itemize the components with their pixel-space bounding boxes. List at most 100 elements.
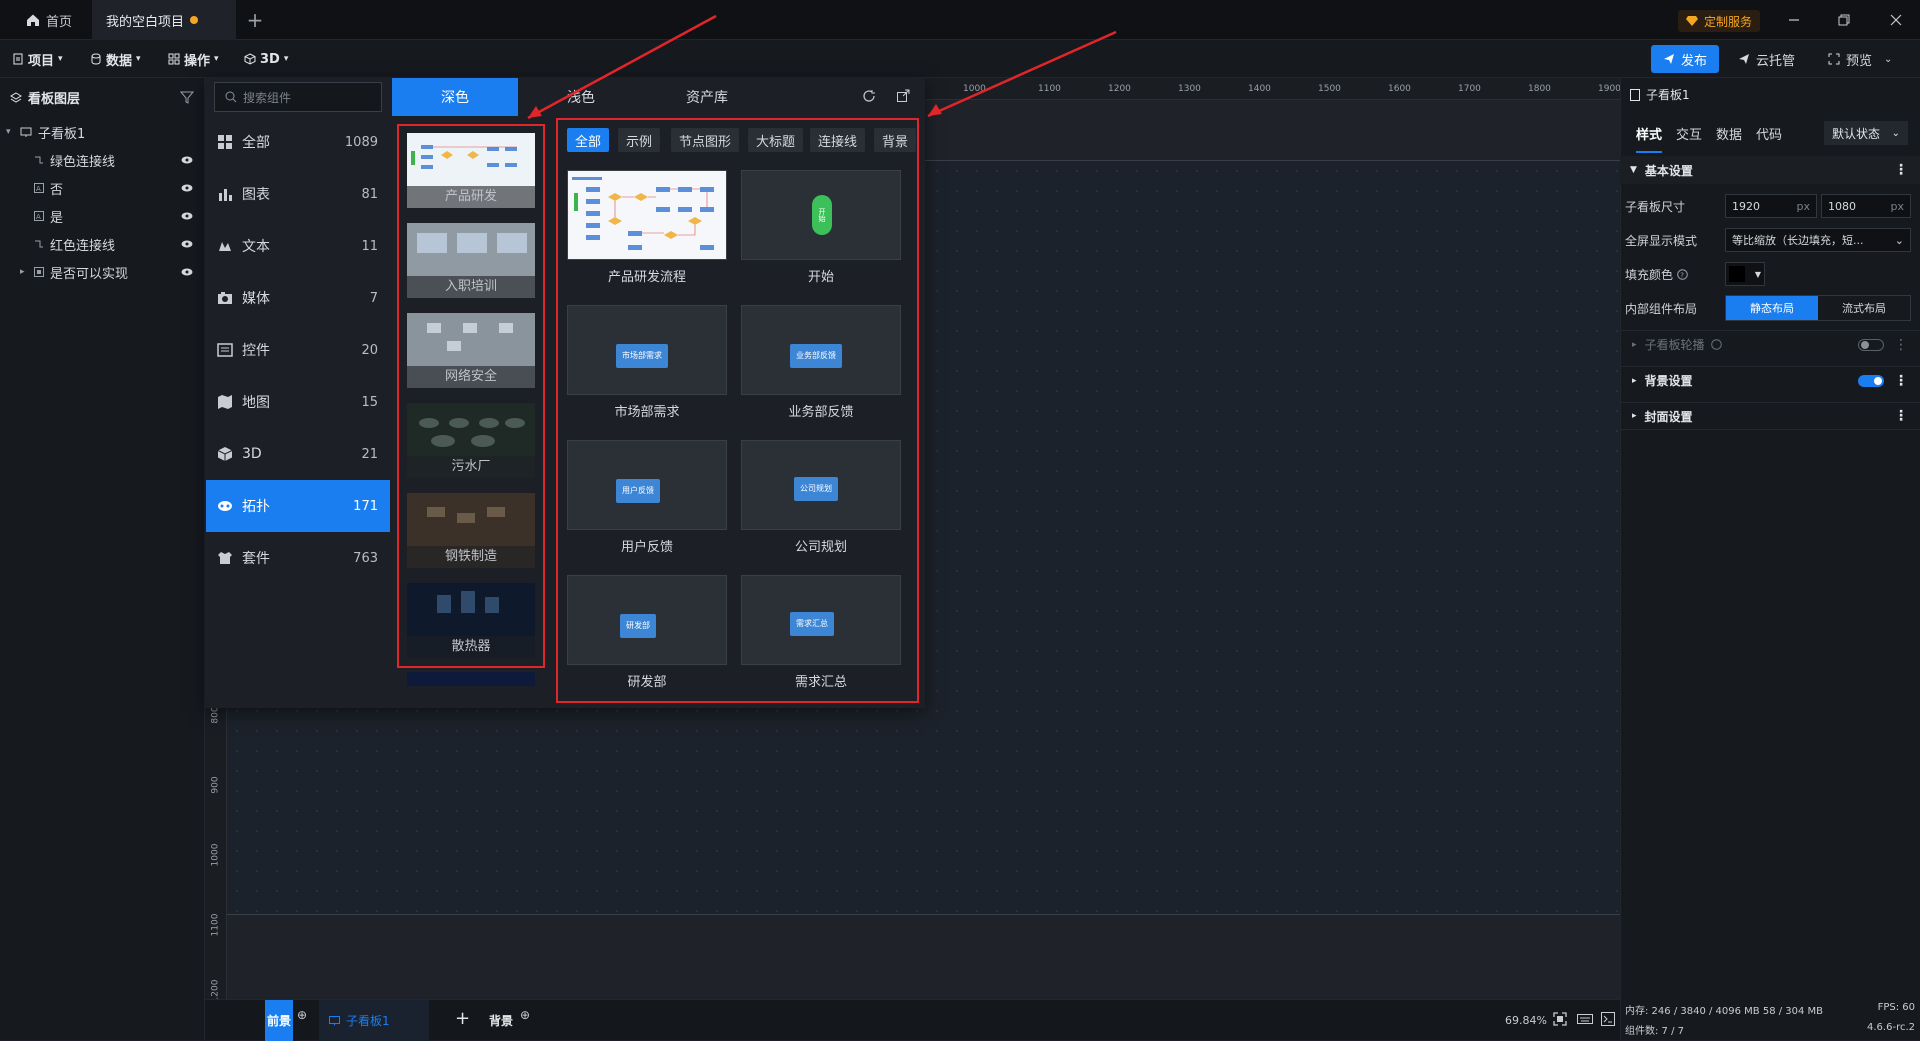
tab-background[interactable]: 背景 <box>489 1012 513 1029</box>
new-tab-button[interactable]: + <box>244 9 266 31</box>
svg-text:A: A <box>36 185 41 193</box>
subtab-all[interactable]: 全部 <box>567 128 610 152</box>
component-card[interactable]: 需求汇总 <box>741 575 901 665</box>
width-input[interactable]: 1920 px <box>1725 194 1817 218</box>
component-card[interactable]: 公司规划 <box>741 440 901 530</box>
props-tab-data[interactable]: 数据 <box>1716 124 1742 153</box>
text-layer-icon: A <box>34 183 44 193</box>
caret-down-icon: ▼ <box>1630 165 1637 175</box>
cloud-host-button[interactable]: 云托管 <box>1738 45 1795 73</box>
tab-foreground[interactable]: 前景 <box>265 1000 293 1041</box>
layout-static-button[interactable]: 静态布局 <box>1726 296 1818 320</box>
carousel-toggle[interactable] <box>1858 338 1884 351</box>
theme-card-onboarding[interactable]: 入职培训 <box>407 223 535 298</box>
eye-icon[interactable] <box>181 212 193 220</box>
theme-card-steel[interactable]: 钢铁制造 <box>407 493 535 568</box>
layout-flow-button[interactable]: 流式布局 <box>1818 296 1910 320</box>
category-text[interactable]: 文本 11 <box>206 220 390 272</box>
menu-operate[interactable]: 操作 ▾ <box>168 48 219 70</box>
section-basic[interactable]: ▼ 基本设置 ⋮ <box>1620 156 1920 184</box>
section-background[interactable]: ▸ 背景设置 ⋮ <box>1620 366 1920 394</box>
maximize-button[interactable] <box>1836 12 1852 28</box>
props-tab-interact[interactable]: 交互 <box>1676 124 1702 153</box>
caret-down-icon[interactable]: ▾ <box>6 127 16 137</box>
component-card[interactable]: 用户反馈 <box>567 440 727 530</box>
subtab-background[interactable]: 背景 <box>874 128 917 152</box>
eye-icon[interactable] <box>181 184 193 192</box>
category-media[interactable]: 媒体 7 <box>206 272 390 324</box>
layer-item[interactable]: 红色连接线 <box>0 230 205 258</box>
tab-home[interactable]: 首页 <box>12 0 86 40</box>
custom-service-button[interactable]: 定制服务 <box>1678 10 1761 32</box>
category-topology[interactable]: 拓扑 171 <box>206 480 390 532</box>
category-3d[interactable]: 3D 21 <box>206 428 390 480</box>
publish-button[interactable]: 发布 <box>1651 45 1720 73</box>
add-background-icon[interactable]: ⊕ <box>520 1008 530 1022</box>
section-carousel[interactable]: ▸ 子看板轮播 ⋮ <box>1620 330 1920 358</box>
filter-icon[interactable] <box>180 90 194 104</box>
terminal-icon[interactable] <box>1601 1012 1615 1026</box>
fill-color-picker[interactable]: ▼ <box>1725 262 1765 286</box>
fullscreen-select[interactable]: 等比缩放（长边填充，短... ⌄ <box>1725 228 1911 252</box>
component-card[interactable] <box>567 170 727 260</box>
category-all[interactable]: 全部 1089 <box>206 116 390 168</box>
state-select[interactable]: 默认状态 ⌄ <box>1824 121 1908 145</box>
eye-icon[interactable] <box>181 240 193 248</box>
layer-item[interactable]: ▾ 子看板1 <box>0 118 205 146</box>
layer-item[interactable]: A 否 <box>0 174 205 202</box>
component-card[interactable]: 开始 <box>741 170 901 260</box>
publish-label: 发布 <box>1681 53 1708 69</box>
tab-project[interactable]: 我的空白项目 <box>92 0 236 40</box>
more-icon[interactable]: ⋮ <box>1894 162 1908 178</box>
ruler-tick: 1800 <box>1528 84 1551 94</box>
props-tab-code[interactable]: 代码 <box>1756 124 1782 153</box>
props-tab-style[interactable]: 样式 <box>1636 124 1663 153</box>
component-card-label: 产品研发流程 <box>607 270 686 285</box>
minimize-button[interactable] <box>1786 12 1802 28</box>
help-icon[interactable] <box>1710 339 1722 350</box>
keyboard-icon[interactable] <box>1577 1012 1593 1026</box>
layer-item[interactable]: A 是 <box>0 202 205 230</box>
zoom-readout[interactable]: 69.84% <box>1505 1014 1547 1027</box>
menu-3d[interactable]: 3D ▾ <box>244 48 288 70</box>
caret-right-icon[interactable]: ▸ <box>20 267 30 277</box>
background-toggle[interactable] <box>1858 374 1884 387</box>
subtab-connector[interactable]: 连接线 <box>810 128 866 152</box>
close-button[interactable] <box>1888 12 1904 28</box>
tab-home-label: 首页 <box>46 14 73 30</box>
add-foreground-icon[interactable]: ⊕ <box>297 1008 307 1022</box>
preview-button[interactable]: 预览 ⌄ <box>1828 45 1892 73</box>
tab-board[interactable]: 子看板1 <box>319 1000 429 1041</box>
more-icon[interactable]: ⋮ <box>1894 408 1908 424</box>
add-board-button[interactable]: + <box>455 1008 470 1029</box>
category-map[interactable]: 地图 15 <box>206 376 390 428</box>
section-cover[interactable]: ▸ 封面设置 ⋮ <box>1620 402 1920 430</box>
subtab-node-shapes[interactable]: 节点图形 <box>671 128 740 152</box>
eye-icon[interactable] <box>181 156 193 164</box>
tab-project-label: 我的空白项目 <box>106 14 185 30</box>
category-kit[interactable]: 套件 763 <box>206 532 390 584</box>
component-card[interactable]: 业务部反馈 <box>741 305 901 395</box>
fit-screen-icon[interactable] <box>1553 1012 1567 1026</box>
height-input[interactable]: 1080 px <box>1821 194 1911 218</box>
category-chart[interactable]: 图表 81 <box>206 168 390 220</box>
component-card[interactable]: 市场部需求 <box>567 305 727 395</box>
theme-card-product[interactable]: 产品研发 <box>407 133 535 208</box>
theme-card-network[interactable]: 网络安全 <box>407 313 535 388</box>
eye-icon[interactable] <box>181 268 193 276</box>
subtab-examples[interactable]: 示例 <box>618 128 661 152</box>
subtab-big-title[interactable]: 大标题 <box>748 128 804 152</box>
component-card[interactable]: 研发部 <box>567 575 727 665</box>
more-icon[interactable]: ⋮ <box>1894 337 1908 353</box>
layer-item[interactable]: 绿色连接线 <box>0 146 205 174</box>
component-card-label: 用户反馈 <box>620 540 673 555</box>
menu-project[interactable]: 项目 ▾ <box>12 48 63 70</box>
menu-data[interactable]: 数据 ▾ <box>90 48 141 70</box>
component-search[interactable]: 搜索组件 <box>214 82 382 112</box>
help-icon[interactable]: ? <box>1677 268 1688 280</box>
theme-card-sewage[interactable]: 污水厂 <box>407 403 535 478</box>
layer-item[interactable]: ▸ 是否可以实现 <box>0 258 205 286</box>
more-icon[interactable]: ⋮ <box>1894 373 1908 389</box>
category-control[interactable]: 控件 20 <box>206 324 390 376</box>
theme-card-radiator[interactable]: 散热器 <box>407 583 535 658</box>
